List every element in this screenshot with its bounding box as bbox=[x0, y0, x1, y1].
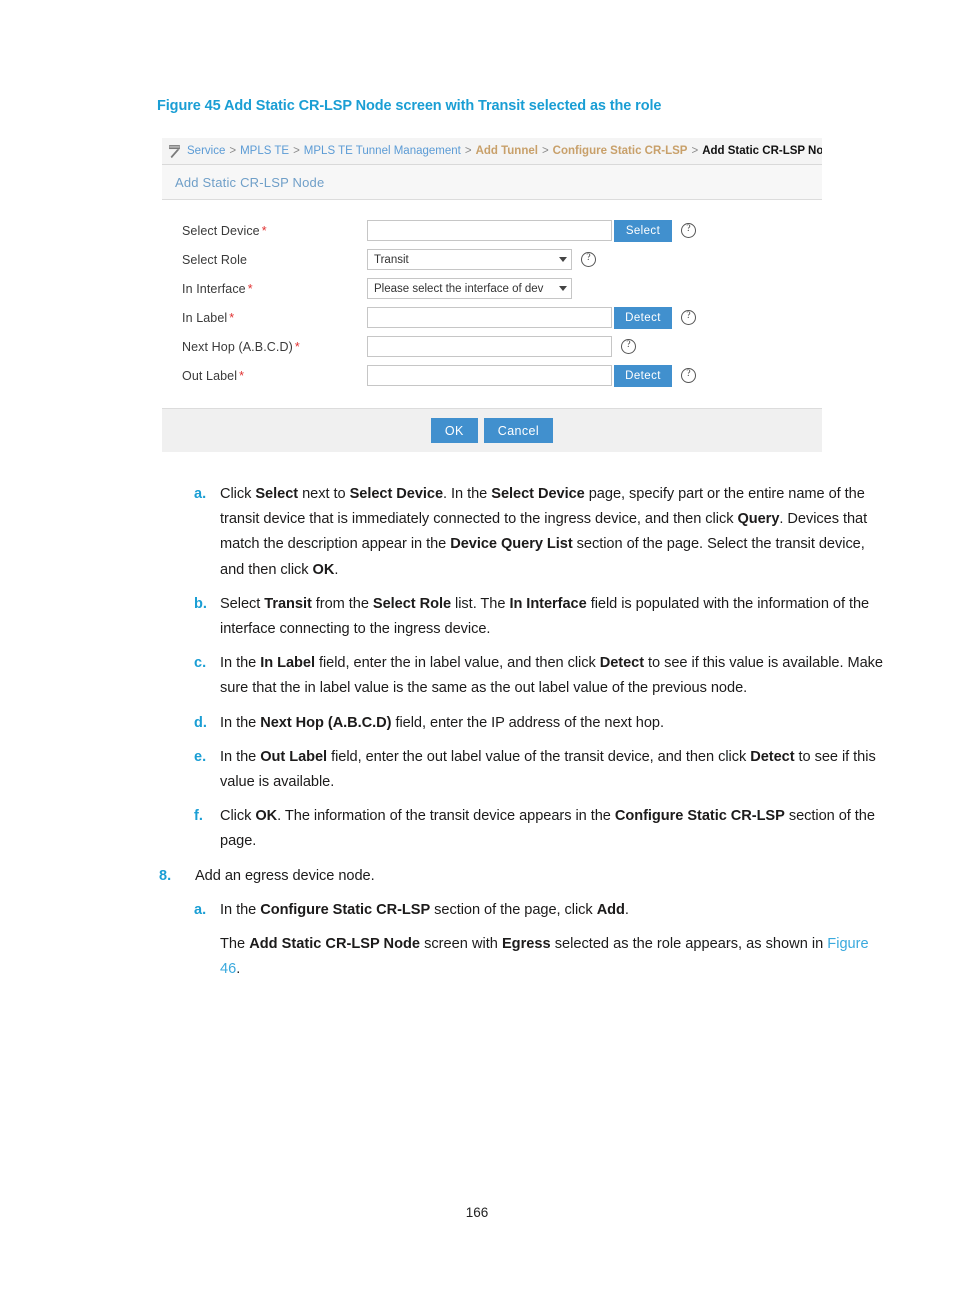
help-icon[interactable]: ? bbox=[681, 310, 696, 325]
list-item-e: e. In the Out Label field, enter the out… bbox=[0, 745, 954, 795]
list-item-c: c. In the In Label field, enter the in l… bbox=[0, 651, 954, 701]
required-marker: * bbox=[239, 368, 245, 383]
label-text: Select Device bbox=[182, 223, 260, 238]
list-item-f: f. Click OK. The information of the tran… bbox=[0, 804, 954, 854]
form-row-in-label: In Label * Detect ? bbox=[162, 303, 822, 332]
select-role-value: Transit bbox=[374, 253, 409, 266]
required-marker: * bbox=[247, 281, 253, 296]
breadcrumb-separator: > bbox=[229, 145, 237, 157]
required-marker: * bbox=[229, 310, 235, 325]
list-item-8a-continuation: The Add Static CR-LSP Node screen with E… bbox=[220, 936, 869, 978]
list-item-8a: a. In the Configure Static CR-LSP sectio… bbox=[0, 898, 954, 923]
form-row-out-label: Out Label * Detect ? bbox=[162, 361, 822, 390]
list-marker: 8. bbox=[159, 867, 172, 884]
label-select-device: Select Device * bbox=[182, 224, 367, 238]
required-marker: * bbox=[294, 339, 300, 354]
next-hop-input[interactable] bbox=[367, 336, 612, 357]
list-marker: b. bbox=[194, 595, 207, 612]
breadcrumb-separator: > bbox=[293, 145, 300, 157]
panel-title: Add Static CR-LSP Node bbox=[162, 165, 822, 200]
label-text: In Interface bbox=[182, 281, 246, 296]
label-in-interface: In Interface * bbox=[182, 282, 367, 296]
help-icon[interactable]: ? bbox=[681, 223, 696, 238]
list-marker: a. bbox=[194, 486, 207, 502]
select-role-dropdown[interactable]: Transit bbox=[367, 249, 572, 270]
list-item-text: Click OK. The information of the transit… bbox=[220, 808, 875, 850]
in-interface-dropdown[interactable]: Please select the interface of dev bbox=[367, 278, 572, 299]
form-row-select-role: Select Role Transit ? bbox=[162, 245, 822, 274]
breadcrumb-item-add-tunnel[interactable]: Add Tunnel bbox=[476, 145, 538, 157]
label-next-hop: Next Hop (A.B.C.D) * bbox=[182, 340, 367, 354]
in-label-detect-button[interactable]: Detect bbox=[614, 306, 672, 329]
label-in-label: In Label * bbox=[182, 311, 367, 325]
list-item-text: In the Configure Static CR-LSP section o… bbox=[220, 901, 629, 918]
list-item-text: In the In Label field, enter the in labe… bbox=[220, 655, 883, 697]
in-label-input[interactable] bbox=[367, 307, 612, 328]
list-item-text: Select Transit from the Select Role list… bbox=[220, 595, 870, 638]
list-item-text: In the Out Label field, enter the out la… bbox=[220, 748, 876, 791]
list-marker: d. bbox=[194, 714, 207, 731]
list-marker: f. bbox=[194, 808, 203, 825]
list-item-text: Click Select next to Select Device. In t… bbox=[220, 486, 868, 578]
label-select-role: Select Role bbox=[182, 253, 367, 267]
page-number: 166 bbox=[465, 1205, 489, 1220]
label-text: Out Label bbox=[182, 368, 238, 383]
out-label-detect-button[interactable]: Detect bbox=[614, 364, 672, 387]
help-icon[interactable]: ? bbox=[581, 252, 596, 267]
breadcrumb-item-current: Add Static CR-LSP Node bbox=[702, 145, 822, 157]
list-marker: c. bbox=[194, 655, 207, 672]
label-text: Next Hop (A.B.C.D) bbox=[182, 339, 293, 354]
help-icon[interactable]: ? bbox=[621, 339, 636, 354]
select-button[interactable]: Select bbox=[614, 219, 672, 242]
breadcrumb-separator: > bbox=[464, 145, 472, 157]
select-device-input[interactable] bbox=[367, 220, 612, 241]
list-item-text: In the Next Hop (A.B.C.D) field, enter t… bbox=[220, 714, 664, 731]
form-row-in-interface: In Interface * Please select the interfac… bbox=[162, 274, 822, 303]
in-interface-value: Please select the interface of dev bbox=[374, 282, 544, 295]
label-text: In Label bbox=[182, 310, 228, 325]
tool-icon bbox=[169, 144, 180, 158]
ui-screenshot: Service > MPLS TE > MPLS TE Tunnel Manag… bbox=[162, 138, 822, 452]
out-label-input[interactable] bbox=[367, 365, 612, 386]
figure-caption: Figure 45 Add Static CR-LSP Node screen … bbox=[157, 98, 662, 114]
breadcrumb-separator: > bbox=[691, 145, 699, 157]
label-out-label: Out Label * bbox=[182, 369, 367, 383]
dialog-footer: OK Cancel bbox=[162, 409, 822, 452]
breadcrumb: Service > MPLS TE > MPLS TE Tunnel Manag… bbox=[162, 138, 822, 165]
form-row-next-hop: Next Hop (A.B.C.D) * ? bbox=[162, 332, 822, 361]
breadcrumb-separator: > bbox=[541, 145, 549, 157]
cancel-button[interactable]: Cancel bbox=[483, 418, 554, 443]
list-item-text: Add an egress device node. bbox=[195, 867, 375, 884]
list-item-b: b. Select Transit from the Select Role l… bbox=[0, 592, 954, 642]
chevron-down-icon bbox=[559, 257, 567, 262]
ok-button[interactable]: OK bbox=[430, 418, 478, 443]
list-item-d: d. In the Next Hop (A.B.C.D) field, ente… bbox=[0, 711, 954, 736]
breadcrumb-item-mpls-te-tunnel-management[interactable]: MPLS TE Tunnel Management bbox=[304, 145, 461, 157]
breadcrumb-item-configure-static-cr-lsp[interactable]: Configure Static CR-LSP bbox=[553, 145, 688, 157]
list-item-a: a. Click Select next to Select Device. I… bbox=[0, 482, 954, 583]
required-marker: * bbox=[261, 223, 267, 238]
chevron-down-icon bbox=[559, 286, 567, 291]
list-marker: a. bbox=[194, 901, 207, 918]
list-marker: e. bbox=[194, 748, 207, 765]
form-body: Select Device * Select ? Select Role Tran… bbox=[162, 200, 822, 409]
help-icon[interactable]: ? bbox=[681, 368, 696, 383]
document-page: Figure 45 Add Static CR-LSP Node screen … bbox=[0, 0, 954, 1296]
label-text: Select Role bbox=[182, 252, 248, 267]
list-item-8: 8. Add an egress device node. bbox=[0, 864, 954, 889]
breadcrumb-item-service[interactable]: Service bbox=[187, 145, 225, 157]
breadcrumb-item-mpls-te[interactable]: MPLS TE bbox=[240, 145, 289, 157]
form-row-select-device: Select Device * Select ? bbox=[162, 216, 822, 245]
procedure-list: a. Click Select next to Select Device. I… bbox=[0, 482, 954, 982]
